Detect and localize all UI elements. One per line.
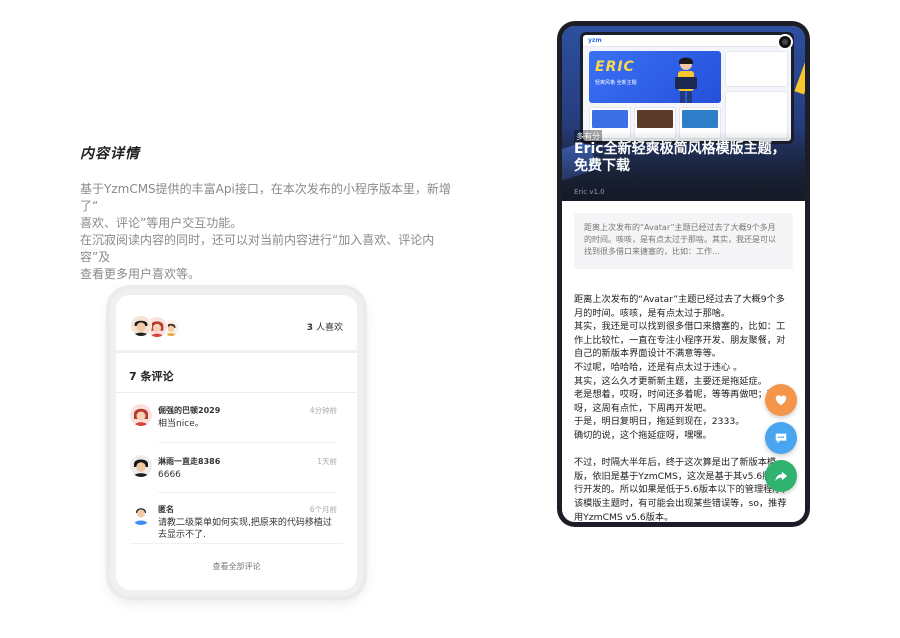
article-content: 距离上次发布的“Avatar”主题已经过去了大概9个多月的时间。咳咳，是有点太过… <box>574 293 793 522</box>
mock-site-logo: yzm <box>588 37 602 44</box>
article-paragraph: 其实，这么久才更新新主题，主要还是拖延症。 <box>574 375 767 387</box>
comment-time: 4分钟前 <box>309 406 337 415</box>
view-all-comments-link[interactable]: 查看全部评论 <box>116 561 357 572</box>
comments-card: 7 条评论 倔强的巴顿2029 4分钟前 相当nice。 淋雨一直走8386 1… <box>116 353 357 590</box>
liker-avatars <box>130 315 200 339</box>
comments-header: 7 条评论 <box>116 353 357 393</box>
likes-number: 3 <box>306 323 313 333</box>
likes-card[interactable]: 3 人喜欢 <box>116 295 357 350</box>
share-button[interactable] <box>765 460 797 492</box>
mock-site-nav: yzm <box>583 35 791 47</box>
comments-title: 7 条评论 <box>129 370 174 383</box>
section-title: 内容详情 <box>80 146 140 162</box>
liker-avatar <box>130 315 152 337</box>
likes-count: 3 人喜欢 <box>307 320 343 333</box>
article-paragraph: 确切的说，这个拖延症呀，嘿嘿。 <box>574 429 712 441</box>
camera-icon <box>777 34 793 50</box>
commenter-avatar <box>130 455 152 477</box>
comment-text: 相当nice。 <box>158 419 204 429</box>
comment-divider <box>130 543 343 544</box>
commenter-avatar <box>130 404 152 426</box>
article-paragraph: 于是，明日复明日，拖延到现在，2333。 <box>574 416 745 428</box>
comment-item[interactable]: 匿名 6个月前 请教二级菜单如何实现,把原来的代码移植过去显示不了. <box>130 503 343 553</box>
hero-decoration <box>794 53 805 95</box>
desc-line: 基于YzmCMS提供的丰富Api接口，在本次发布的小程序版本里，新增了“ <box>80 182 451 213</box>
hero-laptop-screen: yzm ERIC 轻爽风格 全新主题 <box>580 32 794 144</box>
mock-site-banner: ERIC 轻爽风格 全新主题 <box>589 51 721 103</box>
comment-time: 1天前 <box>317 457 337 466</box>
comment-divider <box>158 492 337 493</box>
section-description: 基于YzmCMS提供的丰富Api接口，在本次发布的小程序版本里，新增了“ 喜欢、… <box>80 181 460 283</box>
desc-line: 在沉寂阅读内容的同时，还可以对当前内容进行“加入喜欢、评论内容”及 <box>80 233 435 264</box>
comment-text: 请教二级菜单如何实现,把原来的代码移植过去显示不了. <box>158 518 332 540</box>
article-meta: Eric v1.0 <box>574 188 605 196</box>
commenter-name: 匿名 <box>158 505 174 514</box>
comment-item[interactable]: 倔强的巴顿2029 4分钟前 相当nice。 <box>130 404 343 454</box>
comment-item[interactable]: 淋雨一直走8386 1天前 6666 <box>130 455 343 505</box>
comment-time: 6个月前 <box>309 505 337 514</box>
desc-line: 查看更多用户喜欢等。 <box>80 267 201 281</box>
article-paragraph: 不过呢，哈哈哈，还是有点太过于违心 。 <box>574 361 743 373</box>
article-title: Eric全新轻爽极简风格模版主题，免费下载 <box>574 141 786 174</box>
article-paragraph: 老是想着，哎呀，时间还多着呢，等等再做吧；哎呀，这周有点忙，下周再开发吧。 <box>574 389 777 414</box>
article-paragraph: 其实，我还是可以找到很多借口来搪塞的，比如：工作上比较忙，一直在专注小程序开发、… <box>574 321 786 360</box>
comment-divider <box>158 442 337 443</box>
share-arrow-icon <box>775 471 788 482</box>
mock-site-sidebar <box>725 51 788 87</box>
comment-bubble-icon <box>775 433 787 444</box>
article-paragraph: 距离上次发布的“Avatar”主题已经过去了大概9个多月的时间。咳咳，是有点太过… <box>574 294 785 319</box>
commenter-name: 淋雨一直走8386 <box>158 457 221 466</box>
comments-phone-mockup: 3 人喜欢 7 条评论 倔强的巴顿2029 4分钟前 相当nice。 淋雨一直走8… <box>110 289 363 596</box>
comment-button[interactable] <box>765 422 797 454</box>
article-excerpt: 距离上次发布的“Avatar”主题已经过去了大概9个多月的时间。咳咳，是有点太过… <box>574 213 793 269</box>
like-button[interactable] <box>765 384 797 416</box>
article-hero-image: yzm ERIC 轻爽风格 全新主题 多有分 Eric全新轻爽极简风格模版主题，… <box>562 26 805 201</box>
heart-icon <box>775 395 787 406</box>
banner-subtitle: 轻爽风格 全新主题 <box>595 80 637 86</box>
comment-text: 6666 <box>158 470 181 480</box>
article-paragraph: 不过，时隔大半年后，终于这次算是出了新版本模版，依旧是基于YzmCMS，这次是基… <box>574 457 791 522</box>
commenter-avatar <box>130 503 152 525</box>
banner-eric-text: ERIC <box>595 59 635 75</box>
likes-label: 人喜欢 <box>315 323 343 333</box>
banner-person-illustration <box>675 57 697 103</box>
commenter-name: 倔强的巴顿2029 <box>158 406 221 415</box>
desc-line: 喜欢、评论”等用户交互功能。 <box>80 216 243 230</box>
